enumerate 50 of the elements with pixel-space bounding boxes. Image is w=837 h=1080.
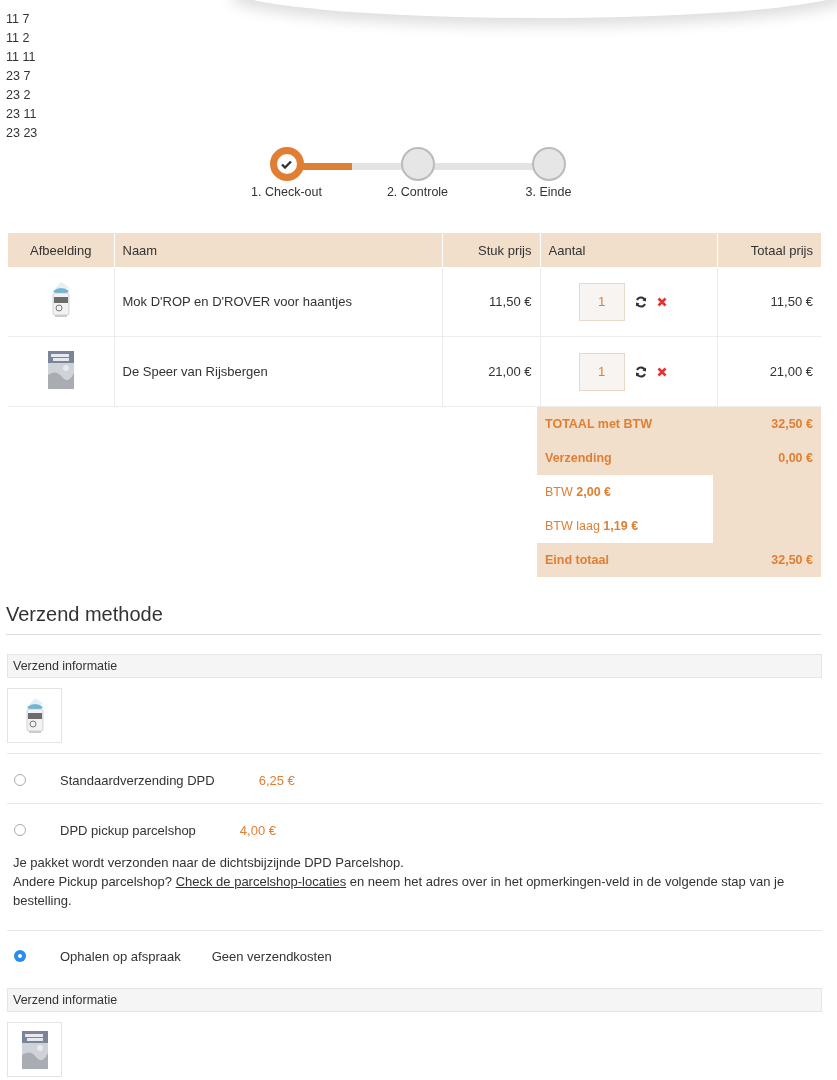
- column-header: Totaal prijs: [717, 233, 821, 267]
- debug-text: 23 2: [6, 87, 31, 104]
- step-label: 1. Check-out: [251, 185, 322, 199]
- totals-label: TOTAAL met BTW: [537, 407, 713, 441]
- totals-value: 32,50 €: [713, 407, 821, 441]
- option-label: Standaardverzending DPD: [60, 772, 215, 788]
- quantity-field[interactable]: 1: [578, 352, 625, 391]
- section-title: Verzend methode: [6, 603, 821, 635]
- debug-text: 23 7: [6, 68, 31, 85]
- tax-line: BTW laag 1,19 €: [545, 519, 639, 533]
- debug-text: 11 2: [6, 30, 30, 47]
- step-label: 3. Einde: [525, 185, 572, 199]
- radio-button[interactable]: [14, 950, 26, 962]
- total-price: 11,50 €: [770, 294, 813, 309]
- totals-label: Verzending: [537, 441, 713, 475]
- option-label: Ophalen op afspraak: [60, 948, 181, 964]
- option-price: Geen verzendkosten: [211, 948, 332, 964]
- debug-text: 23 11: [6, 106, 37, 123]
- total-price: 21,00 €: [769, 364, 813, 379]
- info-header: Verzend informatie: [7, 654, 822, 678]
- refresh-icon[interactable]: [634, 365, 647, 378]
- column-header: Stuk prijs: [442, 233, 540, 267]
- totals-value: 32,50 €: [713, 543, 821, 577]
- tax-line: BTW 2,00 €: [545, 485, 611, 499]
- radio-button[interactable]: [14, 824, 26, 836]
- unit-price: 21,00 €: [488, 364, 532, 379]
- radio-button[interactable]: [14, 774, 26, 786]
- info-header: Verzend informatie: [7, 988, 822, 1012]
- step-label: 2. Controle: [386, 185, 449, 199]
- column-header: Naam: [114, 233, 442, 267]
- quantity-field[interactable]: 1: [578, 282, 625, 321]
- option-note: Je pakket wordt verzonden naar de dichtsbijzijnde DPD Parcelshop. Andere Pickup parcelshop? Check de parcelshop-locaties en neem het adres over in het opmerkingen-veld in de volgende stap van je bestelling.: [13, 854, 786, 910]
- totals-value: 0,00 €: [713, 441, 821, 475]
- delete-icon[interactable]: [656, 296, 667, 307]
- option-price: 4,00 €: [239, 822, 276, 838]
- product-name: Mok D'ROP en D'ROVER voor haantjes: [122, 294, 352, 309]
- unit-price: 11,50 €: [489, 294, 532, 309]
- delete-icon[interactable]: [656, 366, 667, 377]
- totals-label: Eind totaal: [537, 543, 713, 577]
- option-label: DPD pickup parcelshop: [60, 822, 196, 838]
- debug-text: 11 11: [6, 49, 36, 66]
- debug-text: 23 23: [6, 125, 38, 142]
- option-price: 6,25 €: [258, 772, 295, 788]
- column-header: Afbeelding: [7, 233, 114, 267]
- debug-text: 11 7: [6, 11, 30, 28]
- refresh-icon[interactable]: [634, 295, 647, 308]
- product-name: De Speer van Rijsbergen: [122, 364, 268, 379]
- parcelshop-link[interactable]: Check de parcelshop-locaties: [175, 874, 347, 889]
- check-icon: [281, 159, 292, 169]
- column-header: Aantal: [540, 233, 717, 267]
